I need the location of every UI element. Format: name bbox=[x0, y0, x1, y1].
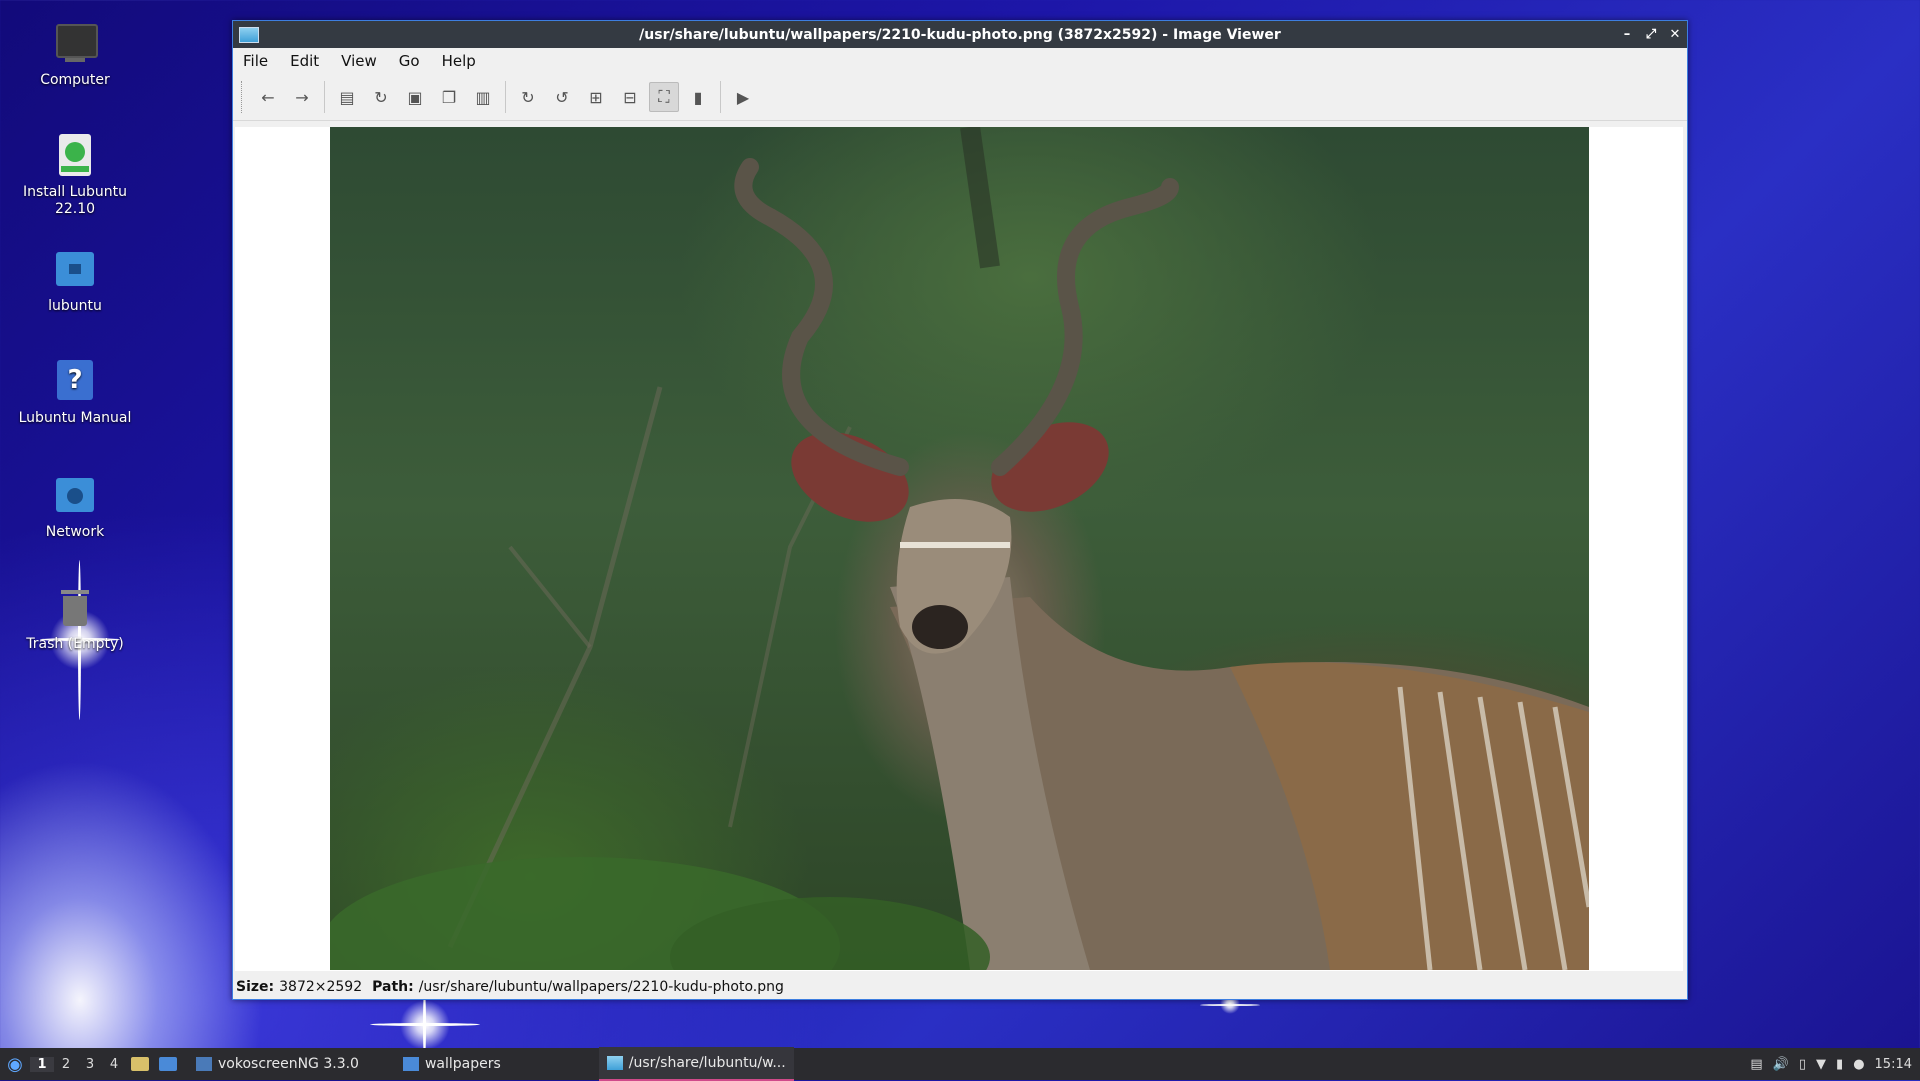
toolbar-grip[interactable] bbox=[241, 81, 245, 113]
desktop-icon-label: Network bbox=[45, 524, 105, 540]
volume-icon[interactable]: 🔊 bbox=[1773, 1057, 1789, 1072]
rotate-ccw-icon[interactable]: ↺ bbox=[547, 82, 577, 112]
desktop-icon-label: Trash (Empty) bbox=[26, 636, 124, 652]
paste-icon[interactable]: ▥ bbox=[468, 82, 498, 112]
desktop-icon-trash[interactable]: Trash (Empty) bbox=[10, 586, 140, 653]
system-tray: ▤ 🔊 ▯ ▼ ▮ ● 15:14 bbox=[1750, 1048, 1920, 1080]
update-icon[interactable]: ● bbox=[1853, 1057, 1864, 1072]
open-icon[interactable]: ▤ bbox=[332, 82, 362, 112]
workspace-2[interactable]: 2 bbox=[54, 1057, 78, 1072]
folder-icon bbox=[402, 1057, 419, 1071]
fit-icon[interactable]: ⛶ bbox=[649, 82, 679, 112]
toolbar-separator bbox=[720, 81, 721, 113]
menu-file[interactable]: File bbox=[243, 52, 268, 70]
desktop-icon-label: Install Lubuntu 22.10 bbox=[22, 184, 127, 217]
computer-icon bbox=[53, 22, 98, 66]
zoom-in-icon[interactable]: ⊞ bbox=[581, 82, 611, 112]
forward-icon[interactable]: → bbox=[287, 82, 317, 112]
status-bar: Size: 3872×2592 Path: /usr/share/lubuntu… bbox=[233, 975, 1690, 999]
desktop-icon-label: Lubuntu Manual bbox=[18, 410, 132, 426]
show-desktop-icon[interactable] bbox=[157, 1053, 179, 1075]
image-viewer-icon bbox=[606, 1056, 623, 1070]
install-icon bbox=[53, 134, 97, 178]
taskbar: ◉ 1 2 3 4 vokoscreenNG 3.3.0 wallpapers … bbox=[0, 1047, 1920, 1081]
workspace-4[interactable]: 4 bbox=[102, 1057, 126, 1072]
start-menu-icon[interactable]: ◉ bbox=[0, 1049, 30, 1079]
image-view-area[interactable] bbox=[235, 127, 1683, 971]
image-viewer-window: /usr/share/lubuntu/wallpapers/2210-kudu-… bbox=[232, 20, 1688, 1000]
rotate-cw-icon[interactable]: ↻ bbox=[513, 82, 543, 112]
toolbar: ← → ▤ ↻ ▣ ❐ ▥ ↻ ↺ ⊞ ⊟ ⛶ ▮ ▶ bbox=[233, 74, 1687, 121]
task-label: vokoscreenNG 3.3.0 bbox=[218, 1056, 359, 1072]
notes-icon[interactable]: ▯ bbox=[1799, 1057, 1806, 1072]
desktop-icon-install-lubuntu[interactable]: Install Lubuntu 22.10 bbox=[10, 134, 140, 218]
menu-edit[interactable]: Edit bbox=[290, 52, 319, 70]
maximize-button[interactable]: ⤢ bbox=[1645, 27, 1657, 42]
menu-view[interactable]: View bbox=[341, 52, 377, 70]
file-manager-launcher-icon[interactable] bbox=[129, 1053, 151, 1075]
network-folder-icon bbox=[53, 474, 97, 518]
clipboard-icon[interactable]: ▤ bbox=[1750, 1057, 1762, 1072]
trash-icon bbox=[53, 586, 97, 630]
menu-go[interactable]: Go bbox=[399, 52, 420, 70]
menu-help[interactable]: Help bbox=[442, 52, 476, 70]
desktop-icon-lubuntu-manual[interactable]: ? Lubuntu Manual bbox=[10, 360, 140, 427]
task-wallpapers[interactable]: wallpapers bbox=[395, 1048, 509, 1080]
home-folder-icon bbox=[53, 248, 97, 292]
desktop-icon-label: lubuntu bbox=[48, 298, 102, 314]
menu-bar: File Edit View Go Help bbox=[233, 48, 1687, 74]
reload-icon[interactable]: ↻ bbox=[366, 82, 396, 112]
path-label: Path: bbox=[372, 979, 414, 995]
title-bar[interactable]: /usr/share/lubuntu/wallpapers/2210-kudu-… bbox=[233, 21, 1687, 48]
desktop-icon-computer[interactable]: Computer bbox=[10, 22, 140, 89]
kudu-illustration bbox=[330, 127, 1589, 970]
copy-icon[interactable]: ❐ bbox=[434, 82, 464, 112]
path-value: /usr/share/lubuntu/wallpapers/2210-kudu-… bbox=[418, 979, 784, 995]
workspace-1[interactable]: 1 bbox=[30, 1056, 54, 1072]
desktop-icon-lubuntu-home[interactable]: lubuntu bbox=[10, 248, 140, 315]
desktop-icon-label: Computer bbox=[40, 72, 110, 88]
task-label: wallpapers bbox=[424, 1056, 501, 1072]
zoom-out-icon[interactable]: ⊟ bbox=[615, 82, 645, 112]
window-title: /usr/share/lubuntu/wallpapers/2210-kudu-… bbox=[639, 26, 1281, 43]
size-value: 3872×2592 bbox=[279, 979, 363, 995]
vokoscreen-icon bbox=[196, 1057, 212, 1071]
desktop-icon-network[interactable]: Network bbox=[10, 474, 140, 541]
size-label: Size: bbox=[236, 979, 275, 995]
task-label: /usr/share/lubuntu/w... bbox=[628, 1055, 786, 1071]
battery-icon[interactable]: ▮ bbox=[1836, 1057, 1843, 1072]
close-button[interactable]: ✕ bbox=[1669, 27, 1681, 42]
toolbar-separator bbox=[324, 81, 325, 113]
original-size-icon[interactable]: ▮ bbox=[683, 82, 713, 112]
save-icon[interactable]: ▣ bbox=[400, 82, 430, 112]
task-image-viewer[interactable]: /usr/share/lubuntu/w... bbox=[598, 1047, 794, 1081]
network-icon[interactable]: ▼ bbox=[1816, 1057, 1826, 1072]
back-icon[interactable]: ← bbox=[253, 82, 283, 112]
help-icon: ? bbox=[53, 360, 97, 404]
toolbar-separator bbox=[505, 81, 506, 113]
minimize-button[interactable]: – bbox=[1621, 27, 1633, 42]
task-vokoscreen[interactable]: vokoscreenNG 3.3.0 bbox=[188, 1048, 367, 1080]
slideshow-icon[interactable]: ▶ bbox=[728, 82, 758, 112]
clock[interactable]: 15:14 bbox=[1875, 1057, 1912, 1072]
workspace-3[interactable]: 3 bbox=[78, 1057, 102, 1072]
kudu-photo[interactable] bbox=[330, 127, 1589, 970]
